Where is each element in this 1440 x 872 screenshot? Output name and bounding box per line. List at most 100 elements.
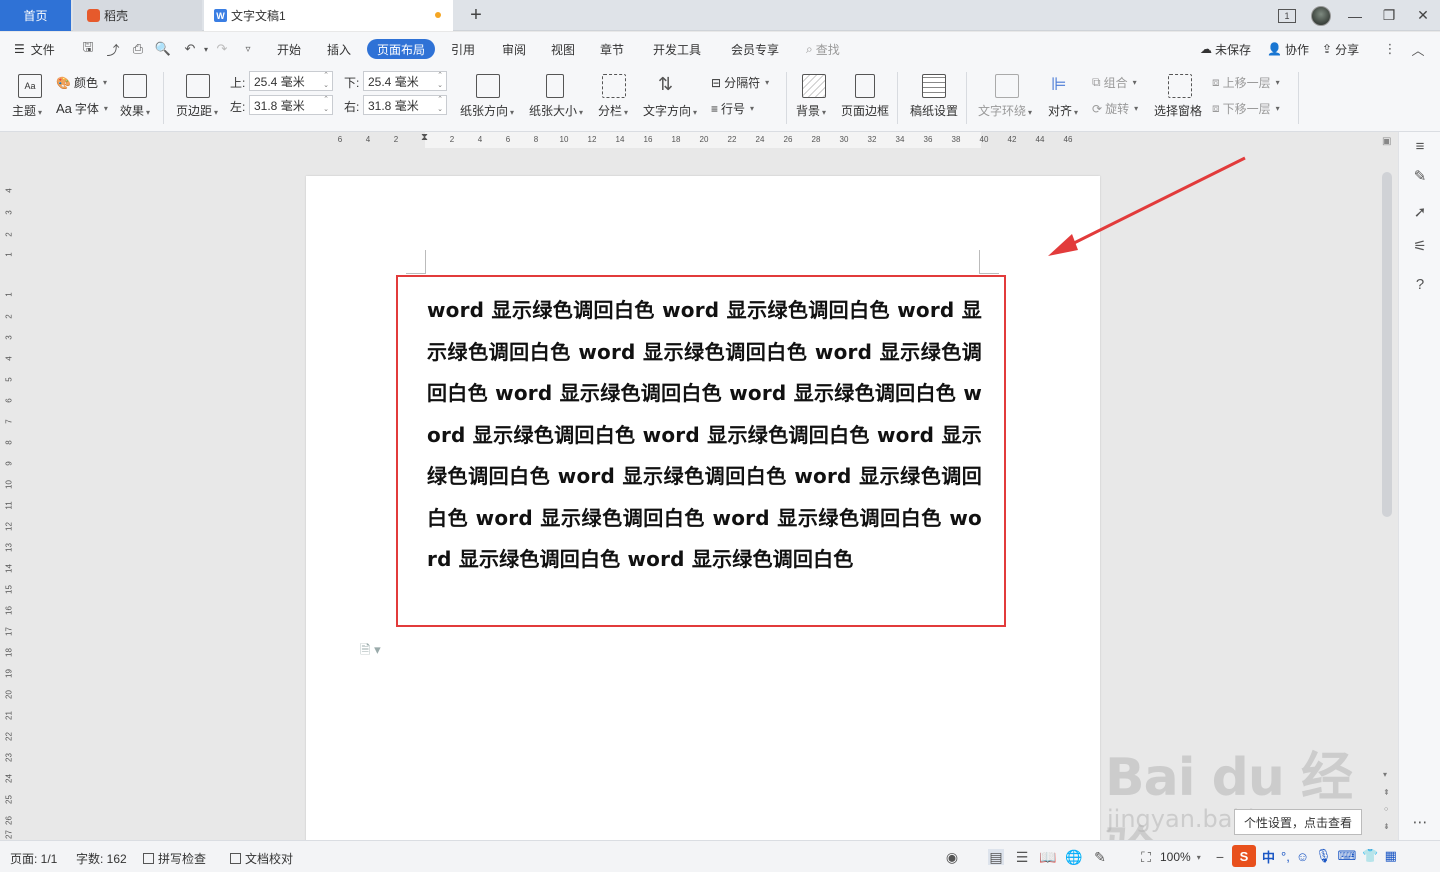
columns-icon[interactable] xyxy=(602,74,626,98)
background-icon[interactable] xyxy=(802,74,826,98)
text-wrap-button[interactable]: 文字环绕 ▾ xyxy=(978,102,1032,119)
vertical-ruler[interactable]: 4 3 2 1 1 2 3 4 5 6 7 8 9 10 11 12 13 14 15 16 17 18 19 20 21 22 2… xyxy=(0,150,16,840)
margins-icon[interactable] xyxy=(186,74,210,98)
menu-page-layout[interactable]: 页面布局 xyxy=(367,39,436,59)
word-count[interactable]: 字数: 162 xyxy=(76,850,127,867)
paper-size-button[interactable]: 纸张大小 ▾ xyxy=(529,102,583,119)
toolbox-icon[interactable]: ▦ xyxy=(1385,848,1397,864)
send-backward-button[interactable]: ⧈ 下移一层 ▾ xyxy=(1212,100,1280,117)
cursor-select-icon[interactable]: ➚ xyxy=(1410,202,1430,222)
fit-page-icon[interactable]: ⛶ xyxy=(1138,849,1154,865)
orientation-button[interactable]: 纸张方向 ▾ xyxy=(460,102,514,119)
color-button[interactable]: 🎨 颜色 ▾ xyxy=(56,74,107,91)
eye-protection-icon[interactable]: ◉ xyxy=(944,849,960,865)
bring-forward-button[interactable]: ⧈ 上移一层 ▾ xyxy=(1212,74,1280,91)
page-view-icon[interactable]: ▤ xyxy=(988,849,1004,865)
more-icon[interactable]: ⋮ xyxy=(1382,41,1398,57)
print-preview-icon[interactable]: 🔍 xyxy=(155,41,171,57)
page-status[interactable]: 页面: 1/1 xyxy=(10,850,57,867)
menu-member[interactable]: 会员专享 xyxy=(731,39,779,59)
orientation-icon[interactable] xyxy=(476,74,500,98)
sidebar-toggle-icon[interactable]: ≡ xyxy=(1410,136,1430,156)
columns-button[interactable]: 分栏 ▾ xyxy=(598,102,628,119)
next-page-icon[interactable]: ⇟ xyxy=(1383,822,1390,831)
effect-button[interactable]: 效果 ▾ xyxy=(120,102,150,119)
export-icon[interactable]: ⤴ xyxy=(105,41,121,58)
align-button[interactable]: 对齐 ▾ xyxy=(1048,102,1078,119)
paragraph-options-icon[interactable]: 🗎 ▾ xyxy=(360,641,381,663)
zoom-out-icon[interactable]: − xyxy=(1212,849,1228,865)
line-numbers-button[interactable]: ≡ 行号 ▾ xyxy=(711,100,754,117)
selection-pane-button[interactable]: 选择窗格 xyxy=(1154,102,1202,119)
redo-icon[interactable]: ↷ xyxy=(214,41,230,57)
menu-view[interactable]: 视图 xyxy=(551,39,575,59)
left-margin-input[interactable]: 31.8 毫米 xyxy=(249,95,333,115)
punctuation-icon[interactable]: °, xyxy=(1281,849,1290,864)
right-margin-input[interactable]: 31.8 毫米 xyxy=(363,95,447,115)
emoji-icon[interactable]: ☺ xyxy=(1296,849,1309,864)
page-count-button[interactable]: 1 xyxy=(1270,0,1304,31)
tab-home[interactable]: 首页 xyxy=(0,0,71,31)
write-mode-icon[interactable]: ✎ xyxy=(1092,849,1108,865)
text-direction-button[interactable]: 文字方向 ▾ xyxy=(643,102,697,119)
manuscript-button[interactable]: 稿纸设置 xyxy=(910,102,958,119)
scrollbar-thumb[interactable] xyxy=(1382,172,1392,517)
collapse-ribbon-icon[interactable]: ︿ xyxy=(1410,41,1426,58)
manuscript-icon[interactable] xyxy=(922,74,946,98)
collab-button[interactable]: 👤 协作 xyxy=(1267,39,1309,59)
more-options-icon[interactable]: ⋯ xyxy=(1410,812,1430,832)
paper-size-icon[interactable] xyxy=(546,74,564,98)
print-icon[interactable]: ⎙ xyxy=(130,41,146,57)
theme-button[interactable]: 主题 ▾ xyxy=(12,102,42,119)
undo-icon[interactable]: ↶ xyxy=(182,41,198,57)
align-icon[interactable]: ⊫ xyxy=(1051,74,1075,98)
zoom-level[interactable]: 100% ▾ xyxy=(1160,850,1201,864)
background-button[interactable]: 背景 ▾ xyxy=(796,102,826,119)
share-button[interactable]: ⇪ 分享 xyxy=(1322,39,1359,59)
proofread-button[interactable]: 文档校对 xyxy=(230,850,293,867)
menu-references[interactable]: 引用 xyxy=(451,39,475,59)
scroll-page-icon[interactable]: ▣ xyxy=(1382,136,1391,147)
outline-view-icon[interactable]: ☰ xyxy=(1014,849,1030,865)
menu-developer[interactable]: 开发工具 xyxy=(653,39,701,59)
selection-pane-icon[interactable] xyxy=(1168,74,1192,98)
sogou-ime-icon[interactable]: S xyxy=(1232,845,1256,867)
breaks-button[interactable]: ⊟ 分隔符 ▾ xyxy=(711,74,769,91)
bottom-margin-input[interactable]: 25.4 毫米 xyxy=(363,71,447,91)
minimize-button[interactable]: — xyxy=(1338,0,1372,31)
quick-access-dropdown-icon[interactable]: ▿ xyxy=(240,41,256,57)
user-avatar-button[interactable] xyxy=(1304,0,1338,31)
indent-marker-icon[interactable]: ⧗ xyxy=(421,132,428,143)
effect-icon[interactable] xyxy=(123,74,147,98)
spell-check-button[interactable]: 拼写检查 xyxy=(143,850,206,867)
save-icon[interactable]: 🖫 xyxy=(80,39,96,57)
skin-icon[interactable]: 👕 xyxy=(1362,848,1378,864)
font-button[interactable]: Aa 字体 ▾ xyxy=(56,100,108,117)
margins-button[interactable]: 页边距 ▾ xyxy=(176,102,218,119)
group-button[interactable]: ⧉ 组合 ▾ xyxy=(1092,74,1137,91)
personal-settings-tooltip[interactable]: 个性设置，点击查看 xyxy=(1234,809,1362,835)
menu-chapter[interactable]: 章节 xyxy=(600,39,624,59)
close-button[interactable]: ✕ xyxy=(1406,0,1440,31)
select-browse-icon[interactable]: ○ xyxy=(1384,806,1388,813)
menu-insert[interactable]: 插入 xyxy=(327,39,351,59)
prev-page-icon[interactable]: ⇞ xyxy=(1383,788,1390,797)
tab-daoke[interactable]: 稻壳 xyxy=(73,0,202,31)
mic-icon[interactable]: 🎙 xyxy=(1315,848,1332,864)
tab-document[interactable]: W 文字文稿1 xyxy=(204,0,453,31)
page-border-button[interactable]: 页面边框 xyxy=(841,102,889,119)
horizontal-ruler[interactable]: 6 4 2 2 4 6 8 10 12 14 16 18 20 22 24 26 28 30 32 34 36 38 40 4… xyxy=(0,132,1378,150)
text-direction-icon[interactable]: ⇅ xyxy=(658,74,682,98)
unsaved-status[interactable]: ☁ 未保存 xyxy=(1200,39,1251,59)
web-view-icon[interactable]: 🌐 xyxy=(1065,849,1082,865)
ime-lang[interactable]: 中 xyxy=(1262,847,1275,866)
menu-home[interactable]: 开始 xyxy=(277,39,301,59)
theme-icon[interactable]: Aa xyxy=(18,74,42,98)
edit-pen-icon[interactable]: ✎ xyxy=(1410,166,1430,186)
new-tab-button[interactable]: + xyxy=(466,4,486,26)
restore-button[interactable]: ❐ xyxy=(1372,0,1406,31)
keyboard-icon[interactable]: ⌨ xyxy=(1338,848,1357,864)
search-box[interactable]: ⌕ 查找 xyxy=(806,39,840,59)
menu-review[interactable]: 审阅 xyxy=(502,39,526,59)
undo-dropdown-icon[interactable]: ▾ xyxy=(198,41,214,57)
